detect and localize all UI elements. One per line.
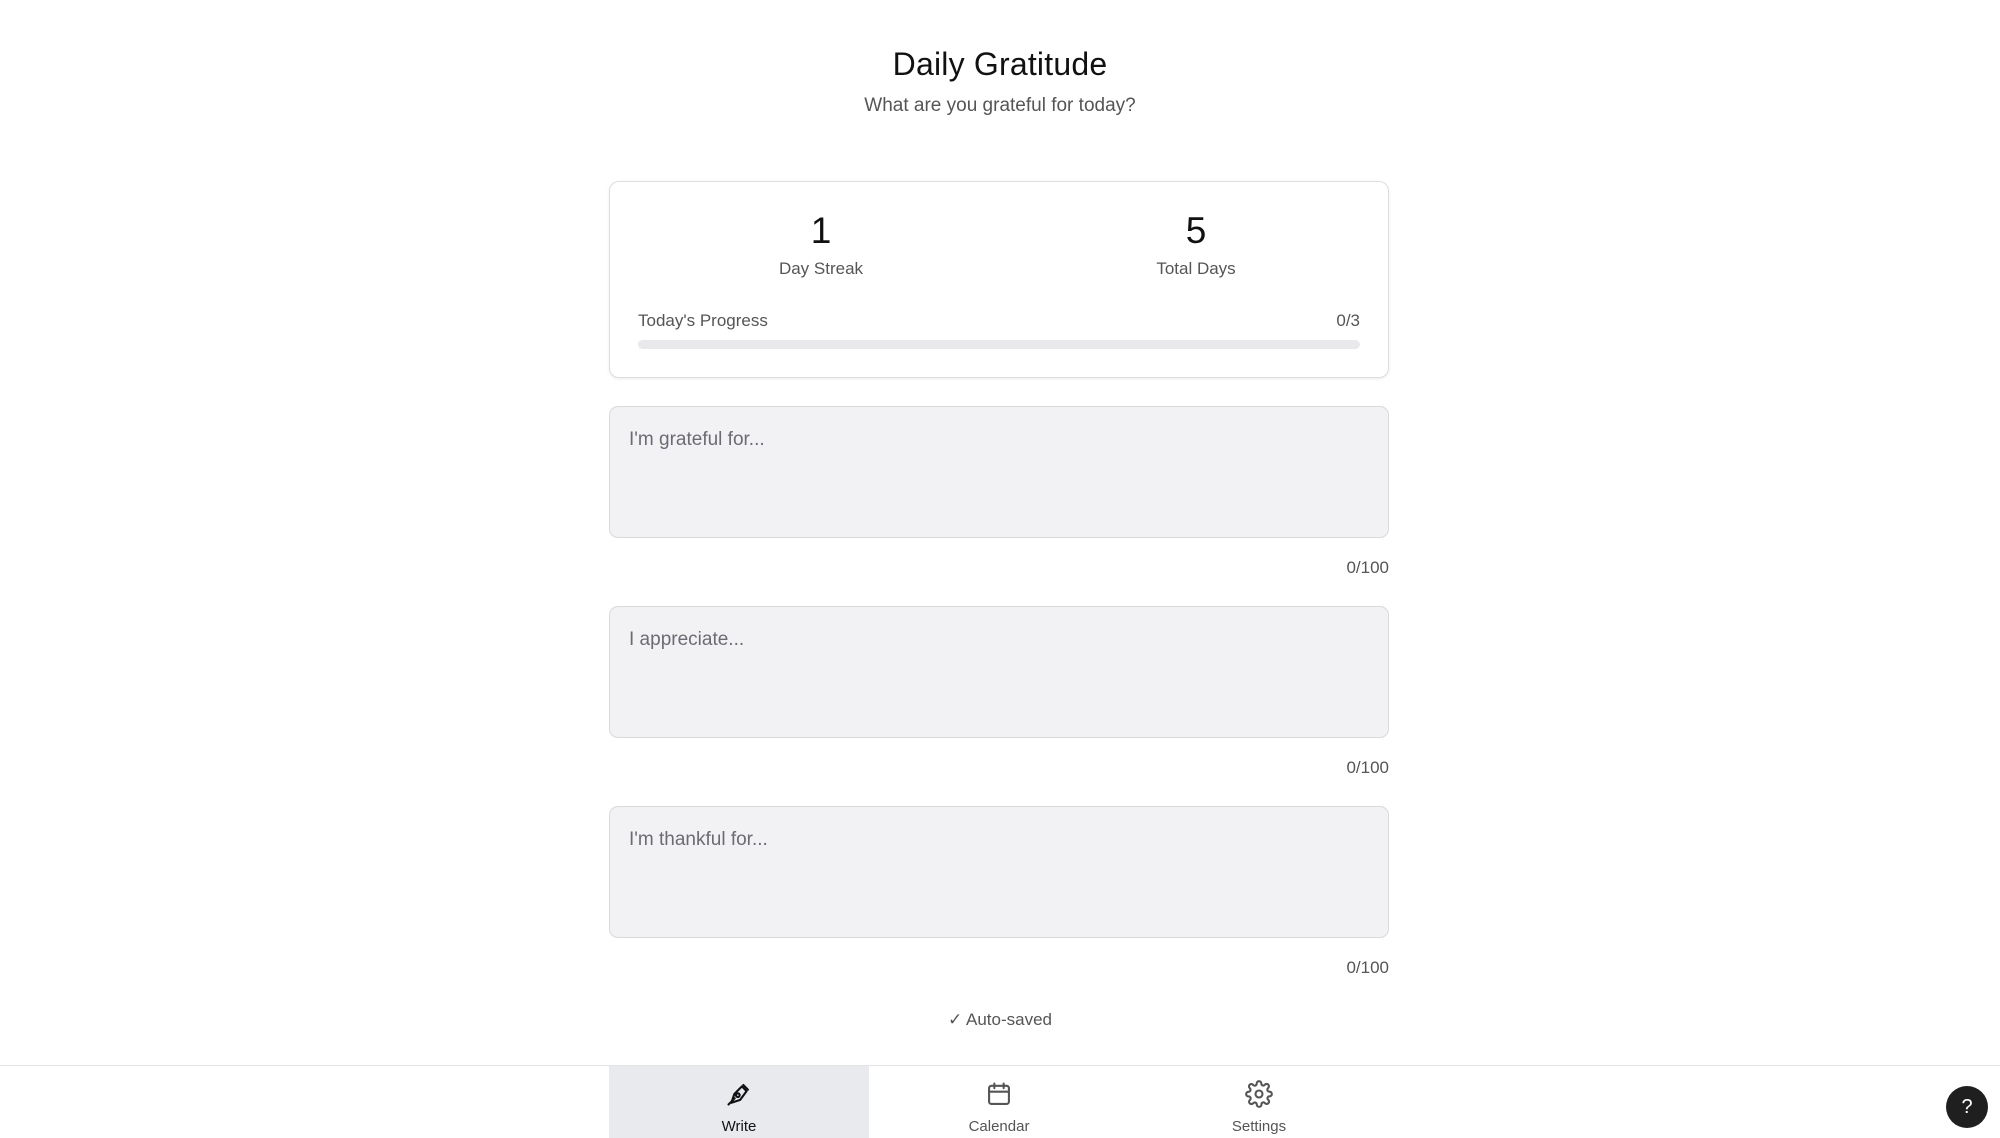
app-page: Daily Gratitude What are you grateful fo… [0, 0, 2000, 1138]
gratitude-entry-1[interactable] [609, 406, 1389, 538]
nav-settings-label: Settings [1231, 1118, 1287, 1135]
streak-value: 1 [810, 210, 832, 251]
total-days-label: Total Days [1156, 259, 1236, 278]
pen-icon [725, 1080, 753, 1113]
progress-bar [638, 340, 1360, 349]
nav-calendar-tab[interactable]: Calendar [869, 1066, 1129, 1138]
gear-icon [1245, 1080, 1273, 1113]
gratitude-entry-3[interactable] [609, 806, 1389, 938]
nav-write-tab[interactable]: Write [609, 1066, 869, 1138]
gratitude-entry-2[interactable] [609, 606, 1389, 738]
calendar-icon [985, 1080, 1013, 1113]
streak-label: Day Streak [778, 259, 864, 278]
entry-2-char-counter: 0/100 [1346, 758, 1389, 777]
nav-settings-tab[interactable]: Settings [1129, 1066, 1389, 1138]
total-days-value: 5 [1185, 210, 1207, 251]
streak-stat: 1 Day Streak [671, 208, 971, 280]
stats-card: 1 Day Streak 5 Total Days Today's Progre… [609, 181, 1389, 378]
entry-3-char-counter: 0/100 [1346, 958, 1389, 977]
entry-1-char-counter: 0/100 [1346, 558, 1389, 577]
nav-calendar-label: Calendar [968, 1118, 1030, 1135]
progress-count: 0/3 [1336, 311, 1360, 330]
help-button[interactable]: ? [1946, 1086, 1988, 1128]
bottom-nav: Write Calendar Settings [0, 1065, 2000, 1138]
header: Daily Gratitude What are you grateful fo… [0, 44, 2000, 118]
page-title: Daily Gratitude [892, 46, 1108, 82]
progress-row: Today's Progress 0/3 [638, 310, 1360, 332]
nav-write-label: Write [721, 1118, 757, 1135]
autosave-status: ✓ Auto-saved [947, 1010, 1053, 1029]
page-subtitle: What are you grateful for today? [864, 95, 1136, 116]
progress-label: Today's Progress [638, 311, 768, 330]
help-icon: ? [1961, 1095, 1973, 1118]
total-days-stat: 5 Total Days [1046, 208, 1346, 280]
